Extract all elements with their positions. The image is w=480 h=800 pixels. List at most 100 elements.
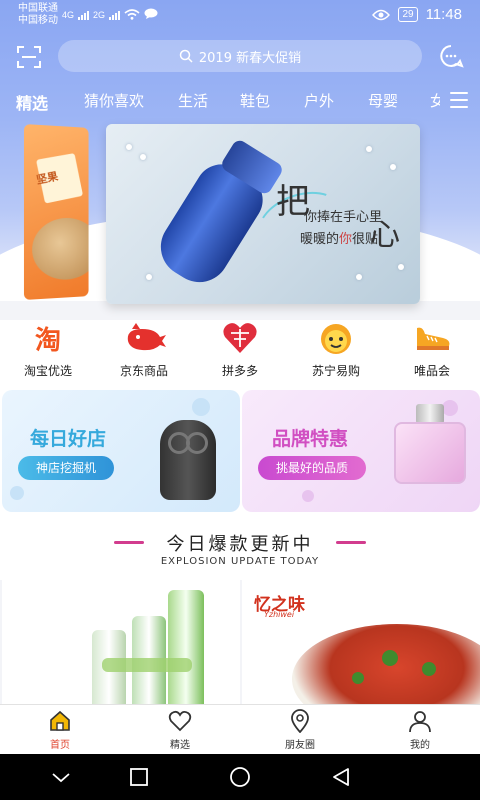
chevron-down-icon [52,773,70,783]
nav-home[interactable]: 首页 [0,707,120,751]
bottom-navigation: 首页 精选 朋友圈 我的 [0,704,480,754]
taobao-icon: 淘 [34,325,61,356]
promo-button[interactable]: 挑最好的品质 [258,456,367,480]
circle-icon [230,767,250,787]
product-card[interactable] [2,580,240,704]
side-banner[interactable]: 坚果 [23,123,89,301]
nav-label: 我的 [410,740,430,751]
main-banner[interactable]: 把 你捧在手心里 暖暖的你很贴 心 [106,124,420,304]
carrier-2: 中国移动 [18,15,58,26]
network-type-2: 2G [93,10,106,20]
entry-vip[interactable]: 唯品会 [384,320,480,379]
back-triangle-icon [333,768,349,786]
nav-moments[interactable]: 朋友圈 [240,707,360,751]
flower-decoration [126,144,132,150]
promo-title: 每日好店 [30,428,107,450]
section-subtitle: EXPLOSION UPDATE TODAY [160,556,320,567]
nav-profile[interactable]: 我的 [360,707,480,751]
entry-label: 苏宁易购 [311,364,360,378]
status-bar: 中国联通 中国移动 4G 2G 29 11:48 [0,0,480,30]
square-icon [130,768,148,786]
decor-dot [302,490,314,502]
pinduoduo-icon [218,320,262,356]
banner-line-2: 暖暖的你很贴 [300,232,379,247]
promo-title: 品牌特惠 [272,428,349,450]
search-icon [179,49,193,63]
tab-shoes-bags[interactable]: 鞋包 [240,90,270,111]
signal-bars-icon [109,11,121,20]
suning-icon [314,320,358,356]
search-placeholder: 2019 新春大促销 [198,50,302,66]
entry-label: 京东商品 [119,364,168,378]
status-right: 29 11:48 [372,6,462,23]
flower-decoration [390,164,396,170]
scan-icon [17,46,41,68]
flower-decoration [140,154,146,160]
message-button[interactable] [438,43,464,69]
jd-icon [122,320,166,356]
carrier-1: 中国联通 [18,3,58,14]
heart-icon [120,707,240,735]
recents-button[interactable] [128,766,150,788]
chat-icon [144,8,158,19]
garnish [352,672,364,684]
nut-bowl-image [32,217,89,282]
vip-icon [410,320,454,356]
search-bar[interactable]: 2019 新春大促销 [58,40,422,72]
back-button[interactable] [330,766,352,788]
tab-life[interactable]: 生活 [178,90,208,111]
decor-dot [10,486,24,500]
promo-daily-shop[interactable]: 每日好店 神店挖掘机 [2,390,240,512]
section-title: 今日爆款更新中 [166,534,314,555]
product-card[interactable]: 忆之味 Yzhiwei [242,580,480,704]
clock: 11:48 [425,6,462,23]
signal-bars-icon [78,11,90,20]
promo-brand-deals[interactable]: 品牌特惠 挑最好的品质 [242,390,480,512]
entry-pinduoduo[interactable]: 拼多多 [192,320,288,379]
product-label-band [102,658,192,672]
entry-jd[interactable]: 京东商品 [96,320,192,379]
scan-button[interactable] [16,44,42,70]
entry-suning[interactable]: 苏宁易购 [288,320,384,379]
category-tabs: 精选 猜你喜欢 生活 鞋包 户外 母婴 女 [0,90,440,114]
home-button[interactable] [229,766,251,788]
wifi-icon [124,9,140,20]
home-icon [0,707,120,735]
system-navigation-bar [0,754,480,800]
promo-cards: 每日好店 神店挖掘机 品牌特惠 挑最好的品质 [0,386,480,514]
menu-icon[interactable] [450,92,468,108]
nav-label: 精选 [170,740,190,751]
nav-label: 朋友圈 [285,740,315,751]
promo-button[interactable]: 神店挖掘机 [18,456,115,480]
flower-decoration [398,264,404,270]
tab-guess-you-like[interactable]: 猜你喜欢 [84,90,144,111]
tab-featured[interactable]: 精选 [16,90,48,114]
perfume-bottle-image [394,422,466,484]
tab-women[interactable]: 女 [430,90,440,111]
entry-label: 唯品会 [413,364,450,378]
garnish [382,650,398,666]
nav-label: 首页 [50,740,70,751]
tab-mother-baby[interactable]: 母婴 [368,90,398,111]
decor-dot [442,400,458,416]
product-image [168,590,204,704]
shop-entries: 淘 淘宝优选 京东商品 拼多多 苏宁易购 唯品会 [0,320,480,386]
location-pin-icon [240,707,360,735]
flower-decoration [356,274,362,280]
owl-product-image [160,420,216,500]
hot-items-section-header: 今日爆款更新中 EXPLOSION UPDATE TODAY [0,514,480,580]
flower-decoration [366,146,372,152]
nav-featured[interactable]: 精选 [120,707,240,751]
person-icon [360,707,480,735]
decor-dot [192,398,210,416]
product-brand-sub: Yzhiwei [264,610,295,619]
collapse-button[interactable] [50,766,72,788]
flower-decoration [146,274,152,280]
tab-outdoor[interactable]: 户外 [304,90,334,111]
entry-taobao[interactable]: 淘 淘宝优选 [0,320,96,379]
signal-indicators: 4G 2G [62,8,158,20]
eye-icon [372,9,391,20]
carrier-names: 中国联通 中国移动 [18,3,58,27]
entry-label: 淘宝优选 [23,364,72,378]
title-accent-right [336,541,366,544]
